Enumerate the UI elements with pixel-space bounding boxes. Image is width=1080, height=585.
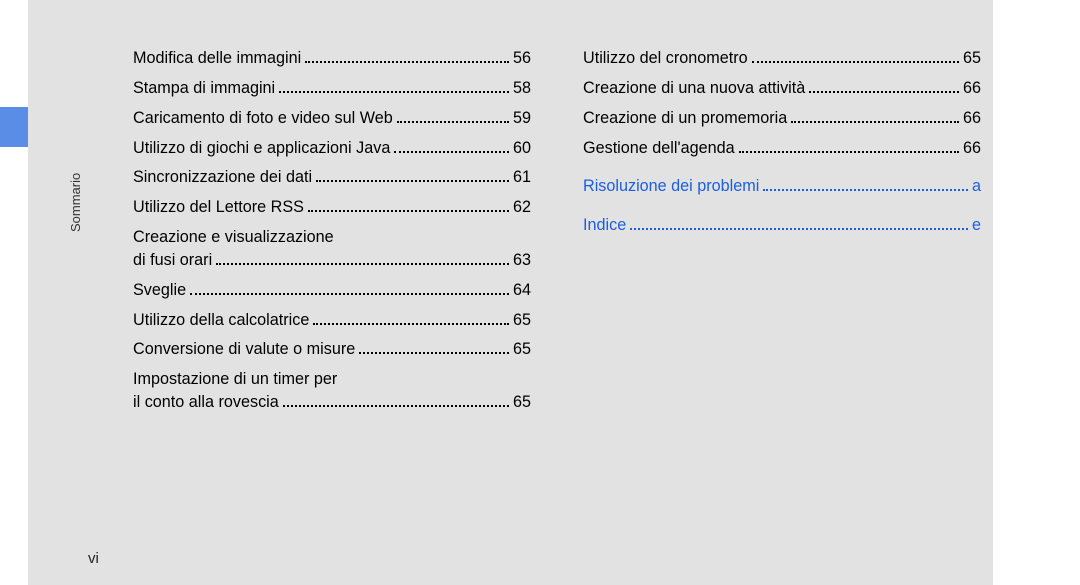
toc-label: Utilizzo del Lettore RSS: [133, 196, 304, 219]
toc-entry: Modifica delle immagini 56: [133, 47, 531, 70]
toc-dots: [190, 293, 509, 295]
toc-label: Utilizzo di giochi e applicazioni Java: [133, 137, 390, 160]
toc-label: Impostazione di un timer per: [133, 368, 337, 391]
page-number: vi: [88, 550, 99, 567]
toc-page: 60: [513, 137, 531, 160]
toc-dots: [397, 121, 509, 123]
toc-entry-line2: di fusi orari 63: [133, 249, 531, 272]
toc-dots: [630, 228, 968, 230]
toc-dots: [809, 91, 959, 93]
toc-label: Creazione di un promemoria: [583, 107, 787, 130]
toc-page: 65: [513, 338, 531, 361]
toc-entry-line2: il conto alla rovescia 65: [133, 391, 531, 414]
toc-link-entry[interactable]: Indice e: [583, 214, 981, 237]
toc-page: 64: [513, 279, 531, 302]
toc-page: 65: [513, 309, 531, 332]
toc-dots: [763, 189, 968, 191]
toc-entry: Sincronizzazione dei dati 61: [133, 166, 531, 189]
toc-link-entry[interactable]: Risoluzione dei problemi a: [583, 175, 981, 198]
toc-page: 58: [513, 77, 531, 100]
toc-label: Sveglie: [133, 279, 186, 302]
toc-entry: Gestione dell'agenda 66: [583, 137, 981, 160]
toc-page: 61: [513, 166, 531, 189]
toc-dots: [216, 263, 509, 265]
toc-label: di fusi orari: [133, 249, 212, 272]
toc-label: Creazione di una nuova attività: [583, 77, 805, 100]
toc-entry: Utilizzo del Lettore RSS 62: [133, 196, 531, 219]
toc-dots: [739, 151, 959, 153]
page-background: Sommario Modifica delle immagini 56 Stampa…: [28, 0, 993, 585]
toc-entry: Conversione di valute o misure 65: [133, 338, 531, 361]
toc-entry: Utilizzo di giochi e applicazioni Java 60: [133, 137, 531, 160]
toc-dots: [316, 180, 509, 182]
toc-content: Modifica delle immagini 56 Stampa di immag…: [133, 47, 983, 421]
section-label: Sommario: [68, 173, 83, 232]
toc-right-column: Utilizzo del cronometro 65 Creazione di un…: [583, 47, 981, 421]
toc-label: Modifica delle immagini: [133, 47, 301, 70]
toc-page: 59: [513, 107, 531, 130]
toc-label: Caricamento di foto e video sul Web: [133, 107, 393, 130]
toc-entry-line1: Impostazione di un timer per: [133, 368, 531, 391]
toc-dots: [359, 352, 509, 354]
toc-entry: Utilizzo del cronometro 65: [583, 47, 981, 70]
toc-page: e: [972, 214, 981, 237]
toc-page: 63: [513, 249, 531, 272]
toc-page: 56: [513, 47, 531, 70]
toc-page: 66: [963, 137, 981, 160]
toc-label: Stampa di immagini: [133, 77, 275, 100]
side-tab: [0, 107, 28, 147]
toc-label: Utilizzo della calcolatrice: [133, 309, 309, 332]
toc-page: 66: [963, 77, 981, 100]
toc-page: 65: [513, 391, 531, 414]
toc-page: 62: [513, 196, 531, 219]
toc-page: 66: [963, 107, 981, 130]
toc-label: Risoluzione dei problemi: [583, 175, 759, 198]
toc-label: Sincronizzazione dei dati: [133, 166, 312, 189]
toc-entry: Creazione di una nuova attività 66: [583, 77, 981, 100]
toc-label: Utilizzo del cronometro: [583, 47, 748, 70]
toc-entry: Utilizzo della calcolatrice 65: [133, 309, 531, 332]
toc-dots: [752, 61, 959, 63]
toc-label: Conversione di valute o misure: [133, 338, 355, 361]
toc-page: 65: [963, 47, 981, 70]
toc-dots: [313, 323, 509, 325]
toc-entry-line1: Creazione e visualizzazione: [133, 226, 531, 249]
toc-entry: Stampa di immagini 58: [133, 77, 531, 100]
toc-dots: [791, 121, 959, 123]
toc-page: a: [972, 175, 981, 198]
toc-entry: Creazione di un promemoria 66: [583, 107, 981, 130]
toc-dots: [279, 91, 509, 93]
toc-entry: Sveglie 64: [133, 279, 531, 302]
toc-label: Creazione e visualizzazione: [133, 226, 334, 249]
toc-dots: [308, 210, 509, 212]
toc-label: Gestione dell'agenda: [583, 137, 735, 160]
toc-label: Indice: [583, 214, 626, 237]
toc-dots: [394, 151, 509, 153]
toc-left-column: Modifica delle immagini 56 Stampa di immag…: [133, 47, 531, 421]
toc-dots: [283, 405, 509, 407]
toc-label: il conto alla rovescia: [133, 391, 279, 414]
toc-entry: Caricamento di foto e video sul Web 59: [133, 107, 531, 130]
toc-dots: [305, 61, 509, 63]
